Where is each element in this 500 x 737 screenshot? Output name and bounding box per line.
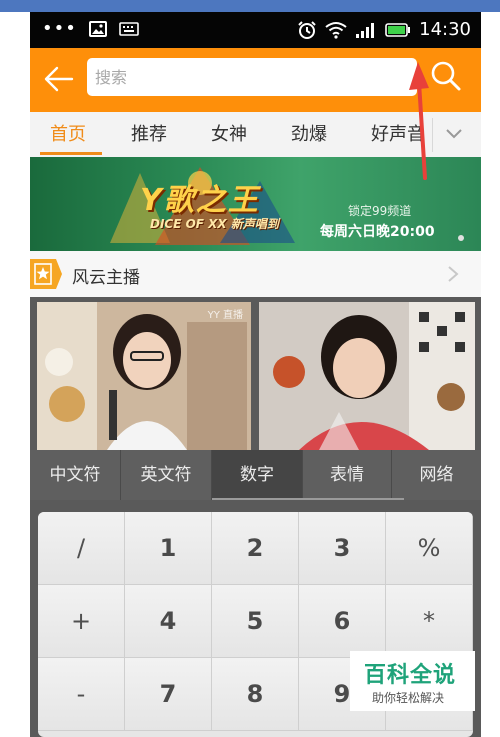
section-title: 风云主播 [72, 268, 140, 288]
keyboard-tab-english-symbols[interactable]: 英文符 [121, 450, 211, 500]
anchor-thumbnail[interactable] [259, 302, 475, 450]
tab-recommend[interactable]: 推荐 [131, 120, 167, 146]
key-5[interactable]: 5 [212, 585, 299, 658]
banner-channel-text: 锁定99频道 [348, 204, 412, 218]
status-bar: ••• 14:30 [30, 12, 481, 48]
key-asterisk[interactable]: * [386, 585, 473, 658]
key-slash[interactable]: / [38, 512, 125, 585]
key-7[interactable]: 7 [125, 658, 212, 731]
tab-goddess[interactable]: 女神 [211, 120, 247, 146]
watermark-logo: 百科全说 助你轻松解决 [350, 651, 475, 711]
banner-subtitle: DICE OF XX 新声唱到 [150, 217, 279, 231]
chevron-right-icon[interactable] [445, 265, 461, 283]
banner-schedule-text: 每周六日晚20:00 [320, 224, 435, 240]
keyboard-tab-scroll-indicator [212, 498, 404, 500]
section-header[interactable]: 风云主播 [30, 251, 481, 297]
keyboard-category-tabs: 中文符 英文符 数字 表情 网络 [30, 450, 481, 500]
watermark-subtitle: 助你轻松解决 [372, 691, 445, 705]
battery-icon [385, 23, 411, 37]
status-left-group: ••• [42, 20, 139, 38]
keyboard-tab-chinese-symbols[interactable]: 中文符 [30, 450, 120, 500]
keyboard-tab-network[interactable]: 网络 [392, 450, 481, 500]
signal-icon [356, 23, 375, 38]
alarm-icon [298, 21, 316, 39]
tab-hot[interactable]: 劲爆 [291, 120, 327, 146]
banner-page-indicator [458, 235, 464, 241]
image-notification-icon [88, 21, 107, 37]
watermark-title: 百科全说 [364, 663, 457, 688]
anchor-photo-1 [37, 302, 251, 450]
thumbnail-tag: YY 直播 [207, 310, 243, 321]
key-plus[interactable]: + [38, 585, 125, 658]
anchor-photo-2 [259, 302, 475, 450]
keyboard-tab-numbers[interactable]: 数字 [212, 450, 302, 500]
key-percent[interactable]: % [386, 512, 473, 585]
notification-dots-icon: ••• [42, 18, 77, 39]
banner-title: Y歌之王 [140, 183, 260, 218]
search-input[interactable] [95, 64, 395, 90]
key-2[interactable]: 2 [212, 512, 299, 585]
status-time: 14:30 [419, 19, 471, 40]
star-badge-icon [30, 259, 62, 289]
chevron-down-icon[interactable] [442, 122, 466, 146]
key-8[interactable]: 8 [212, 658, 299, 731]
annotation-arrow-icon [409, 62, 429, 180]
active-tab-indicator [40, 152, 102, 155]
status-right-group: 14:30 [297, 19, 471, 41]
key-3[interactable]: 3 [299, 512, 386, 585]
key-4[interactable]: 4 [125, 585, 212, 658]
back-arrow-icon[interactable] [42, 62, 76, 96]
search-box[interactable] [87, 58, 417, 96]
keyboard-tab-emoji[interactable]: 表情 [303, 450, 391, 500]
anchor-thumbnail[interactable]: YY 直播 [37, 302, 251, 450]
tab-home[interactable]: 首页 [50, 120, 86, 146]
desktop-top-strip [0, 0, 500, 12]
key-6[interactable]: 6 [299, 585, 386, 658]
keyboard-notification-icon [119, 22, 139, 36]
key-1[interactable]: 1 [125, 512, 212, 585]
wifi-icon [325, 22, 347, 39]
key-minus[interactable]: - [38, 658, 125, 731]
